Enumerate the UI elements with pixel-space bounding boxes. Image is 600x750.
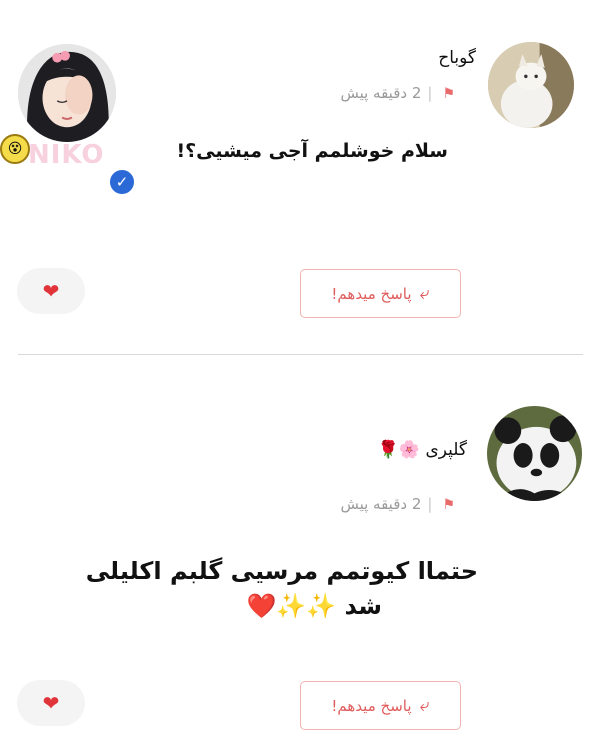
commenter-avatar-2[interactable]	[487, 406, 582, 501]
reply-label: پاسخ میدهم!	[331, 284, 412, 303]
reply-arrow-icon: ⤶	[419, 695, 430, 716]
comments-page: NIKO 😵 ✓ گوباح ⚑ | 2 دقیقه پیش سلام خوشلمم…	[0, 0, 600, 750]
comment-1-username[interactable]: گوباح	[438, 48, 476, 68]
comment-2-text-line-1: حتماا کیوتمم مرسیی گلبم اکلیلی	[85, 557, 478, 585]
meta-separator: |	[427, 84, 433, 102]
panda-avatar-image	[487, 406, 582, 501]
cat-avatar-image	[488, 42, 574, 128]
avatar-watermark: NIKO	[28, 140, 105, 170]
comment-2-text-line-2: شد ✨✨❤️	[246, 592, 382, 620]
flag-icon[interactable]: ⚑	[442, 86, 455, 102]
other-user-avatar[interactable]	[18, 44, 116, 142]
comment-1-reply-button[interactable]: ⤶ پاسخ میدهم!	[300, 269, 461, 318]
heart-icon: ❤	[42, 279, 60, 303]
comment-1-text: سلام خوشلمم آجی میشیی؟!	[176, 140, 448, 162]
comment-1-meta: ⚑ | 2 دقیقه پیش	[340, 84, 455, 102]
reply-label: پاسخ میدهم!	[331, 696, 412, 715]
heart-icon: ❤	[42, 691, 60, 715]
comment-2-username[interactable]: گلپری 🌸🌹	[378, 440, 467, 460]
commenter-avatar-1[interactable]	[488, 42, 574, 128]
verified-badge-icon: ✓	[108, 168, 136, 196]
flag-icon[interactable]: ⚑	[442, 497, 455, 513]
emoji-sticker-icon: 😵	[0, 134, 30, 164]
comment-2-time: 2 دقیقه پیش	[340, 495, 422, 513]
reply-arrow-icon: ⤶	[419, 283, 430, 304]
comment-2-reply-button[interactable]: ⤶ پاسخ میدهم!	[300, 681, 461, 730]
comment-2-meta: ⚑ | 2 دقیقه پیش	[340, 495, 455, 513]
meta-separator: |	[427, 495, 433, 513]
comment-divider	[18, 354, 583, 355]
anime-girl-avatar-image	[18, 44, 116, 142]
comment-1-like-button[interactable]: ❤	[17, 268, 85, 314]
comment-2-like-button[interactable]: ❤	[17, 680, 85, 726]
comment-1-time: 2 دقیقه پیش	[340, 84, 422, 102]
